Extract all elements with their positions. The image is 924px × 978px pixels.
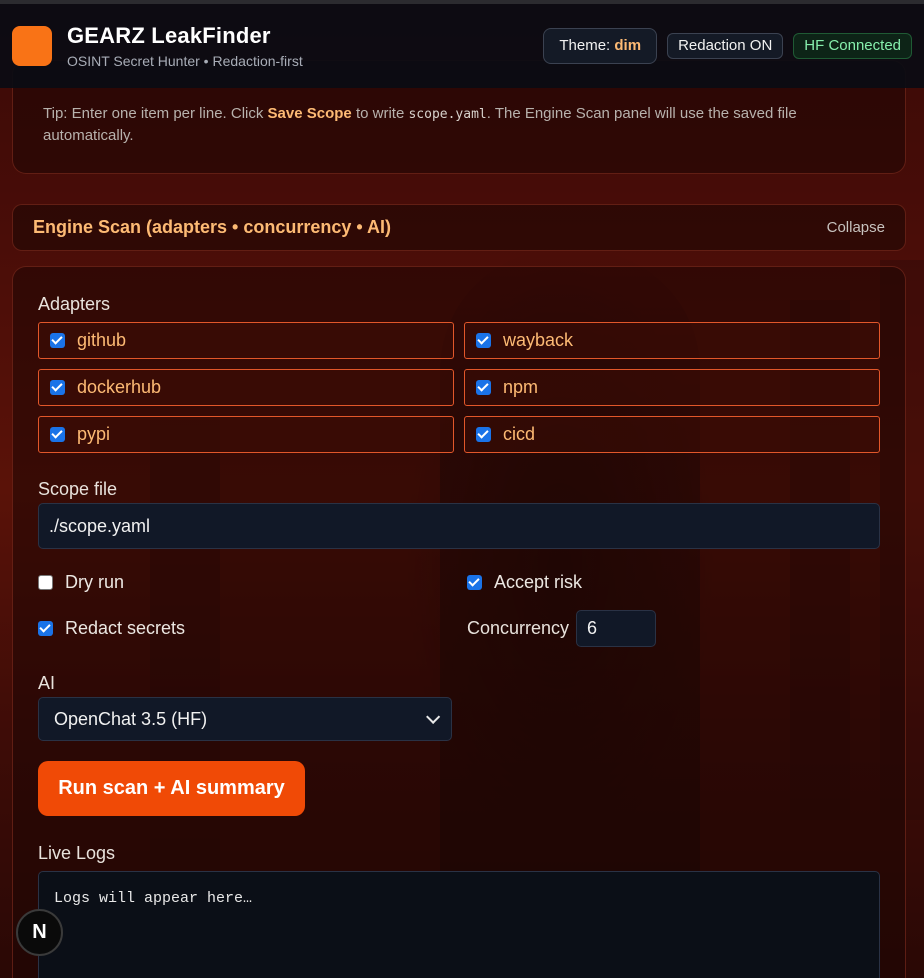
checkbox-icon[interactable] <box>476 380 491 395</box>
app-subtitle: OSINT Secret Hunter • Redaction-first <box>67 53 303 69</box>
redaction-status-badge[interactable]: Redaction ON <box>667 33 784 59</box>
adapter-cicd[interactable]: cicd <box>464 416 880 453</box>
app-logo <box>12 26 52 66</box>
concurrency-input[interactable]: 6 <box>576 610 656 647</box>
engine-scan-header[interactable]: Engine Scan (adapters • concurrency • AI… <box>12 204 906 251</box>
tip-text: to write <box>355 105 405 122</box>
concurrency-label: Concurrency <box>467 618 570 638</box>
dev-tools-badge[interactable]: N <box>16 909 63 956</box>
accept-risk-label: Accept risk <box>494 572 583 592</box>
scope-file-label: Scope file <box>38 479 118 499</box>
theme-value: dim <box>614 37 642 54</box>
brand: GEARZ LeakFinder OSINT Secret Hunter • R… <box>67 23 303 69</box>
adapter-label: github <box>77 330 127 350</box>
tip-save-scope: Save Scope <box>267 105 352 122</box>
live-logs-label: Live Logs <box>38 843 116 863</box>
chevron-down-icon <box>426 709 441 724</box>
ai-model-select[interactable]: OpenChat 3.5 (HF) <box>38 697 452 741</box>
theme-label: Theme: <box>559 37 611 54</box>
engine-scan-title: Engine Scan (adapters • concurrency • AI… <box>33 217 392 237</box>
hf-connection-badge: HF Connected <box>793 33 912 59</box>
collapse-button[interactable]: Collapse <box>827 219 885 236</box>
scope-tip: Tip: Enter one item per line. Click Save… <box>43 103 843 146</box>
adapter-label: dockerhub <box>77 377 162 397</box>
adapter-npm[interactable]: npm <box>464 369 880 406</box>
tip-filename: scope.yaml <box>408 107 487 122</box>
live-logs-output[interactable]: Logs will appear here… <box>38 871 880 978</box>
adapter-wayback[interactable]: wayback <box>464 322 880 359</box>
redact-secrets-option[interactable]: Redact secrets <box>38 618 185 639</box>
checkbox-icon[interactable] <box>467 575 482 590</box>
dry-run-option[interactable]: Dry run <box>38 572 124 593</box>
header-actions: Theme: dim Redaction ON HF Connected <box>543 28 912 64</box>
tip-text: Tip: Enter one item per line. Click <box>43 105 264 122</box>
scope-file-input[interactable]: ./scope.yaml <box>38 503 880 549</box>
checkbox-icon[interactable] <box>50 427 65 442</box>
adapter-label: wayback <box>503 330 574 350</box>
accept-risk-option[interactable]: Accept risk <box>467 572 582 593</box>
theme-toggle-button[interactable]: Theme: dim <box>543 28 658 64</box>
adapter-label: pypi <box>77 424 111 444</box>
checkbox-icon[interactable] <box>50 380 65 395</box>
adapters-label: Adapters <box>38 294 111 314</box>
checkbox-icon[interactable] <box>476 333 491 348</box>
checkbox-icon[interactable] <box>38 621 53 636</box>
ai-model-selected: OpenChat 3.5 (HF) <box>54 708 208 729</box>
adapter-dockerhub[interactable]: dockerhub <box>38 369 454 406</box>
redact-secrets-label: Redact secrets <box>65 618 186 638</box>
adapter-label: cicd <box>503 424 536 444</box>
ai-label: AI <box>38 673 56 693</box>
adapter-label: npm <box>503 377 539 397</box>
run-scan-button[interactable]: Run scan + AI summary <box>38 761 305 816</box>
checkbox-icon[interactable] <box>38 575 53 590</box>
dry-run-label: Dry run <box>65 572 125 592</box>
checkbox-icon[interactable] <box>476 427 491 442</box>
adapter-pypi[interactable]: pypi <box>38 416 454 453</box>
app-title: GEARZ LeakFinder <box>67 23 271 48</box>
app-header: GEARZ LeakFinder OSINT Secret Hunter • R… <box>0 0 924 88</box>
adapter-github[interactable]: github <box>38 322 454 359</box>
checkbox-icon[interactable] <box>50 333 65 348</box>
